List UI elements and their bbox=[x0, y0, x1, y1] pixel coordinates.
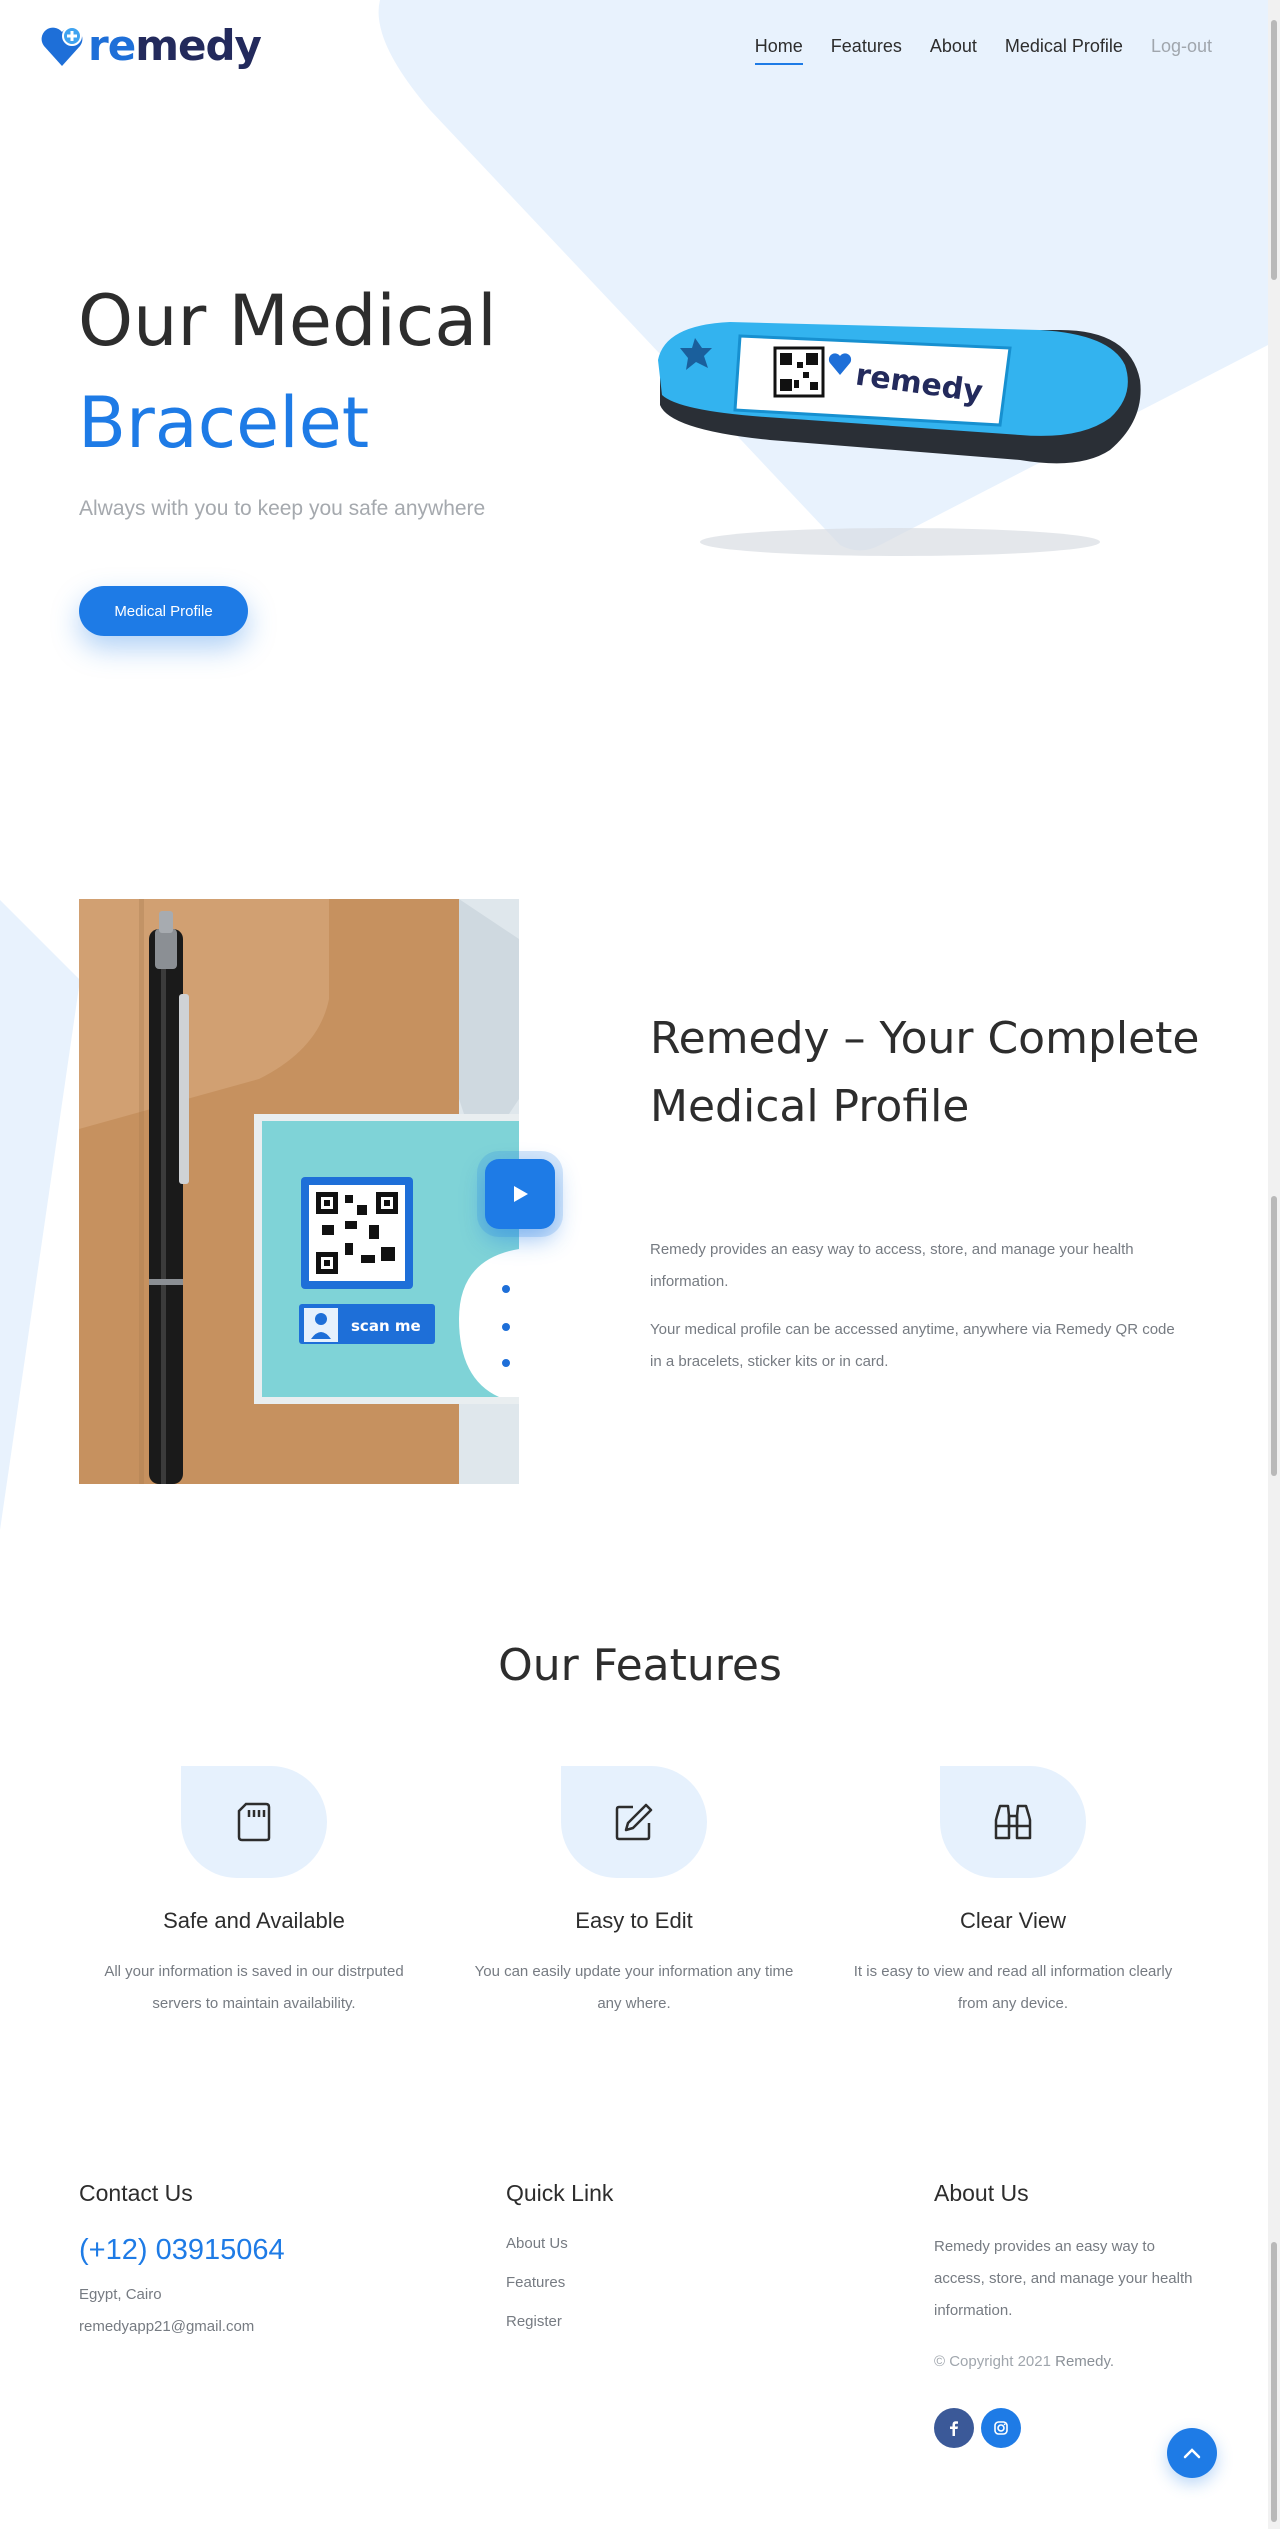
brand-logo[interactable]: remedy bbox=[38, 21, 262, 70]
main-nav: Home Features About Medical Profile Log-… bbox=[754, 36, 1212, 65]
qr-card-photo: scan me bbox=[79, 899, 519, 1484]
nav-logout-link[interactable]: Log-out bbox=[1151, 36, 1212, 65]
play-video-button[interactable] bbox=[485, 1159, 555, 1229]
feature-icon-bubble bbox=[940, 1766, 1086, 1878]
logo-heart-pin-icon bbox=[41, 26, 83, 67]
contact-email[interactable]: remedyapp21@gmail.com bbox=[79, 2318, 254, 2335]
about-us-heading: About Us bbox=[934, 2180, 1029, 2206]
hero-title-line1: Our Medical bbox=[78, 280, 497, 362]
contact-heading: Contact Us bbox=[79, 2180, 193, 2206]
instagram-icon bbox=[994, 2421, 1008, 2435]
scrollbar-thumb[interactable] bbox=[1271, 20, 1277, 280]
nav-medical-profile-link[interactable]: Medical Profile bbox=[1005, 36, 1123, 65]
instagram-button[interactable] bbox=[981, 2408, 1021, 2448]
footer-link-register[interactable]: Register bbox=[506, 2313, 562, 2330]
about-paragraph-2: Your medical profile can be accessed any… bbox=[650, 1321, 1175, 1370]
nav-home-link[interactable]: Home bbox=[754, 36, 803, 65]
play-icon bbox=[514, 1186, 528, 1202]
about-paragraph-1: Remedy provides an easy way to access, s… bbox=[650, 1241, 1134, 1290]
video-thumbnail[interactable]: scan me bbox=[79, 899, 519, 1484]
feature-description: You can easily update your information a… bbox=[474, 1963, 794, 2012]
feature-icon-bubble bbox=[561, 1766, 707, 1878]
copyright-brand: Remedy. bbox=[1055, 2353, 1115, 2370]
edit-icon bbox=[615, 1803, 653, 1841]
feature-card: Clear View It is easy to view and read a… bbox=[833, 1766, 1193, 2020]
contact-phone[interactable]: (+12) 03915064 bbox=[79, 2234, 285, 2267]
features-title: Our Features bbox=[498, 1640, 782, 1691]
feature-description: All your information is saved in our dis… bbox=[104, 1963, 404, 2012]
contact-location: Egypt, Cairo bbox=[79, 2286, 162, 2303]
feature-icon-bubble bbox=[181, 1766, 327, 1878]
scan-me-label: scan me bbox=[351, 1317, 421, 1335]
about-title: Remedy – Your Complete Medical Profile bbox=[650, 1013, 1200, 1132]
sd-card-icon bbox=[237, 1802, 271, 1842]
feature-card: Safe and Available All your information … bbox=[74, 1766, 434, 2020]
logo-text: remedy bbox=[88, 21, 262, 70]
facebook-icon bbox=[950, 2421, 958, 2436]
feature-description: It is easy to view and read all informat… bbox=[853, 1963, 1173, 2012]
footer-link-features[interactable]: Features bbox=[506, 2274, 565, 2291]
binoculars-icon bbox=[994, 1804, 1032, 1840]
footer-about-text: Remedy provides an easy way to access, s… bbox=[934, 2238, 1193, 2319]
medical-profile-button[interactable]: Medical Profile bbox=[79, 586, 248, 636]
hero-title-line2: Bracelet bbox=[78, 382, 370, 464]
facebook-button[interactable] bbox=[934, 2408, 974, 2448]
feature-title: Safe and Available bbox=[163, 1908, 345, 1933]
quick-link-heading: Quick Link bbox=[506, 2180, 614, 2206]
bracelet-image: remedy bbox=[658, 322, 1141, 556]
hero-subtitle: Always with you to keep you safe anywher… bbox=[79, 497, 486, 520]
footer-link-about-us[interactable]: About Us bbox=[506, 2235, 568, 2252]
copyright-prefix: © Copyright 2021 bbox=[934, 2353, 1051, 2370]
nav-features-link[interactable]: Features bbox=[831, 36, 902, 65]
chevron-up-icon bbox=[1183, 2448, 1201, 2459]
feature-card: Easy to Edit You can easily update your … bbox=[454, 1766, 814, 2020]
page-scrollbar[interactable] bbox=[1268, 0, 1280, 2529]
hero-title: Our Medical Bracelet bbox=[78, 270, 497, 474]
feature-title: Clear View bbox=[960, 1908, 1066, 1933]
feature-title: Easy to Edit bbox=[575, 1908, 693, 1933]
scrollbar-thumb[interactable] bbox=[1271, 2242, 1277, 2522]
nav-about-link[interactable]: About bbox=[930, 36, 977, 65]
copyright: © Copyright 2021 Remedy. bbox=[934, 2353, 1114, 2370]
scroll-to-top-button[interactable] bbox=[1167, 2428, 1217, 2478]
scrollbar-thumb[interactable] bbox=[1271, 1196, 1277, 1476]
